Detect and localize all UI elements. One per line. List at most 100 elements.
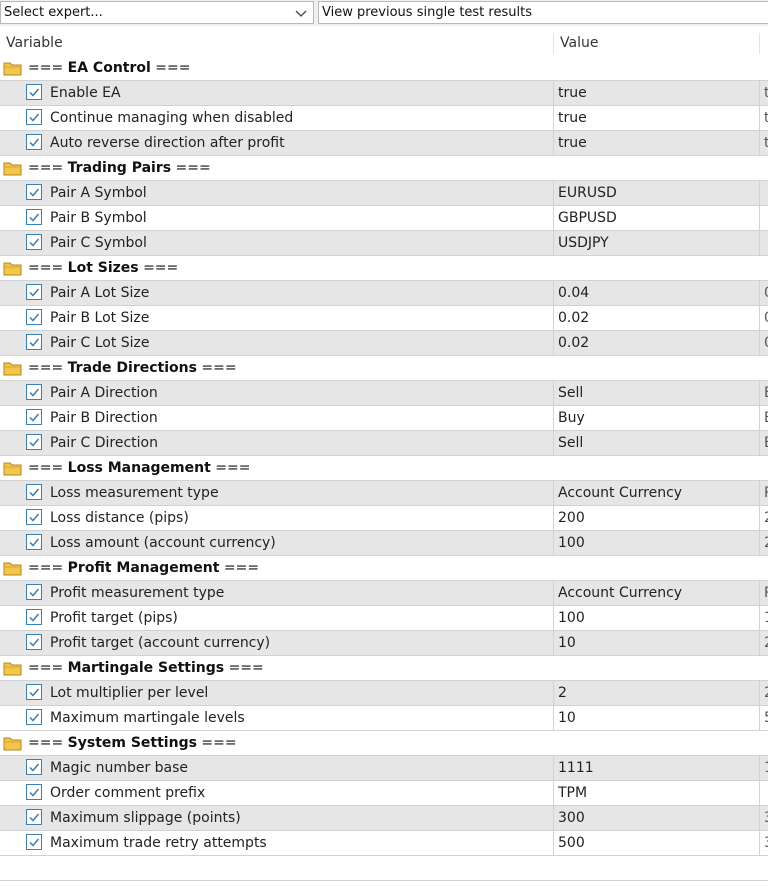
column-header-value[interactable]: Value	[560, 31, 598, 56]
checkbox-checked-icon[interactable]	[26, 409, 42, 425]
cell-divider	[553, 781, 554, 805]
parameter-row[interactable]: Pair A Lot Size 0.04 0	[0, 281, 768, 306]
parameter-value[interactable]: TPM	[558, 781, 587, 806]
parameter-row[interactable]: Enable EA true t	[0, 81, 768, 106]
parameter-value[interactable]: Account Currency	[558, 581, 682, 606]
parameter-row[interactable]: Lot multiplier per level 2 2	[0, 681, 768, 706]
checkbox-checked-icon[interactable]	[26, 484, 42, 500]
parameter-value[interactable]: 200	[558, 506, 585, 531]
parameter-row[interactable]: Pair C Direction Sell B	[0, 431, 768, 456]
group-row[interactable]: === Trading Pairs ===	[0, 156, 768, 181]
parameter-row[interactable]: Pair B Symbol GBPUSD	[0, 206, 768, 231]
parameter-value[interactable]: EURUSD	[558, 181, 617, 206]
parameter-value[interactable]: 100	[558, 606, 585, 631]
parameter-value[interactable]: true	[558, 106, 587, 131]
parameter-row[interactable]: Pair B Direction Buy B	[0, 406, 768, 431]
parameter-row[interactable]: Order comment prefix TPM	[0, 781, 768, 806]
parameter-value[interactable]: Buy	[558, 406, 585, 431]
parameter-value[interactable]: 2	[558, 681, 567, 706]
checkbox-checked-icon[interactable]	[26, 709, 42, 725]
parameter-value[interactable]: 0.02	[558, 331, 589, 356]
checkbox-checked-icon[interactable]	[26, 134, 42, 150]
parameter-value[interactable]: Sell	[558, 431, 583, 456]
cell-divider	[553, 506, 554, 530]
checkbox-checked-icon[interactable]	[26, 334, 42, 350]
parameter-row[interactable]: Continue managing when disabled true t	[0, 106, 768, 131]
inputs-grid: Variable Value === EA Control === Enable …	[0, 31, 768, 856]
parameter-row[interactable]: Pair A Symbol EURUSD	[0, 181, 768, 206]
parameter-row[interactable]: Magic number base11111	[0, 756, 768, 781]
parameter-row[interactable]: Loss measurement type Account Currency P	[0, 481, 768, 506]
parameter-value[interactable]: GBPUSD	[558, 206, 617, 231]
group-row[interactable]: === Profit Management ===	[0, 556, 768, 581]
parameter-value[interactable]: true	[558, 81, 587, 106]
checkbox-checked-icon[interactable]	[26, 384, 42, 400]
parameter-value[interactable]: 300	[558, 806, 585, 831]
parameter-row[interactable]: Loss amount (account currency) 100 2	[0, 531, 768, 556]
column-divider[interactable]	[553, 33, 554, 54]
parameter-name: Pair A Symbol	[50, 185, 147, 201]
parameter-row[interactable]: Profit target (account currency) 10 2	[0, 631, 768, 656]
parameter-value[interactable]: true	[558, 131, 587, 156]
parameter-value[interactable]: 1111	[558, 756, 594, 781]
parameter-value[interactable]: 0.02	[558, 306, 589, 331]
parameter-row[interactable]: Maximum trade retry attempts 500 3	[0, 831, 768, 856]
parameter-row[interactable]: Pair C Lot Size 0.02 0	[0, 331, 768, 356]
parameter-row[interactable]: Auto reverse direction after profit true t	[0, 131, 768, 156]
parameter-start-value-clipped: t	[764, 110, 768, 126]
checkbox-checked-icon[interactable]	[26, 284, 42, 300]
parameter-row[interactable]: Pair B Lot Size 0.02 0	[0, 306, 768, 331]
checkbox-checked-icon[interactable]	[26, 584, 42, 600]
group-row[interactable]: === Trade Directions ===	[0, 356, 768, 381]
checkbox-checked-icon[interactable]	[26, 434, 42, 450]
column-divider[interactable]	[759, 33, 760, 54]
cell-divider	[759, 431, 760, 455]
checkbox-checked-icon[interactable]	[26, 509, 42, 525]
checkbox-checked-icon[interactable]	[26, 609, 42, 625]
expert-select[interactable]: Select expert...	[0, 1, 314, 24]
column-header-variable[interactable]: Variable	[6, 31, 63, 56]
checkbox-checked-icon[interactable]	[26, 684, 42, 700]
checkbox-checked-icon[interactable]	[26, 759, 42, 775]
parameter-value[interactable]: USDJPY	[558, 231, 609, 256]
parameter-name: Pair A Lot Size	[50, 285, 150, 301]
checkbox-checked-icon[interactable]	[26, 834, 42, 850]
parameter-start-value-clipped: B	[764, 406, 768, 431]
group-row[interactable]: === Lot Sizes ===	[0, 256, 768, 281]
parameter-row[interactable]: Profit target (pips) 100 1	[0, 606, 768, 631]
checkbox-checked-icon[interactable]	[26, 234, 42, 250]
group-row[interactable]: === EA Control ===	[0, 56, 768, 81]
parameter-value[interactable]: 10	[558, 631, 576, 656]
checkbox-checked-icon[interactable]	[26, 184, 42, 200]
parameter-value[interactable]: Sell	[558, 381, 583, 406]
parameter-row[interactable]: Loss distance (pips) 200 2	[0, 506, 768, 531]
parameter-row[interactable]: Profit measurement type Account Currency P	[0, 581, 768, 606]
view-previous-results-button[interactable]: View previous single test results	[318, 1, 768, 24]
group-row[interactable]: === Loss Management ===	[0, 456, 768, 481]
checkbox-checked-icon[interactable]	[26, 309, 42, 325]
checkbox-checked-icon[interactable]	[26, 209, 42, 225]
parameter-row[interactable]: Pair A Direction Sell B	[0, 381, 768, 406]
parameter-value[interactable]: 500	[558, 831, 585, 856]
parameter-value[interactable]: 100	[558, 531, 585, 556]
parameter-value[interactable]: 10	[558, 706, 576, 731]
group-row[interactable]: === Martingale Settings ===	[0, 656, 768, 681]
parameter-row[interactable]: Maximum martingale levels 10 5	[0, 706, 768, 731]
parameter-name: Pair A Direction	[50, 385, 158, 401]
checkbox-checked-icon[interactable]	[26, 84, 42, 100]
checkbox-checked-icon[interactable]	[26, 634, 42, 650]
parameter-start-value-clipped: t	[764, 135, 768, 151]
parameter-value[interactable]: Account Currency	[558, 481, 682, 506]
parameter-value[interactable]: 0.04	[558, 281, 589, 306]
parameter-row[interactable]: Maximum slippage (points) 300 3	[0, 806, 768, 831]
parameter-start-value-clipped: B	[764, 381, 768, 406]
cell-divider	[759, 406, 760, 430]
group-row[interactable]: === System Settings ===	[0, 731, 768, 756]
checkbox-checked-icon[interactable]	[26, 109, 42, 125]
parameter-row[interactable]: Pair C Symbol USDJPY	[0, 231, 768, 256]
parameter-name: Profit target (account currency)	[50, 635, 271, 651]
checkbox-checked-icon[interactable]	[26, 534, 42, 550]
cell-divider	[759, 506, 760, 530]
checkbox-checked-icon[interactable]	[26, 809, 42, 825]
checkbox-checked-icon[interactable]	[26, 784, 42, 800]
